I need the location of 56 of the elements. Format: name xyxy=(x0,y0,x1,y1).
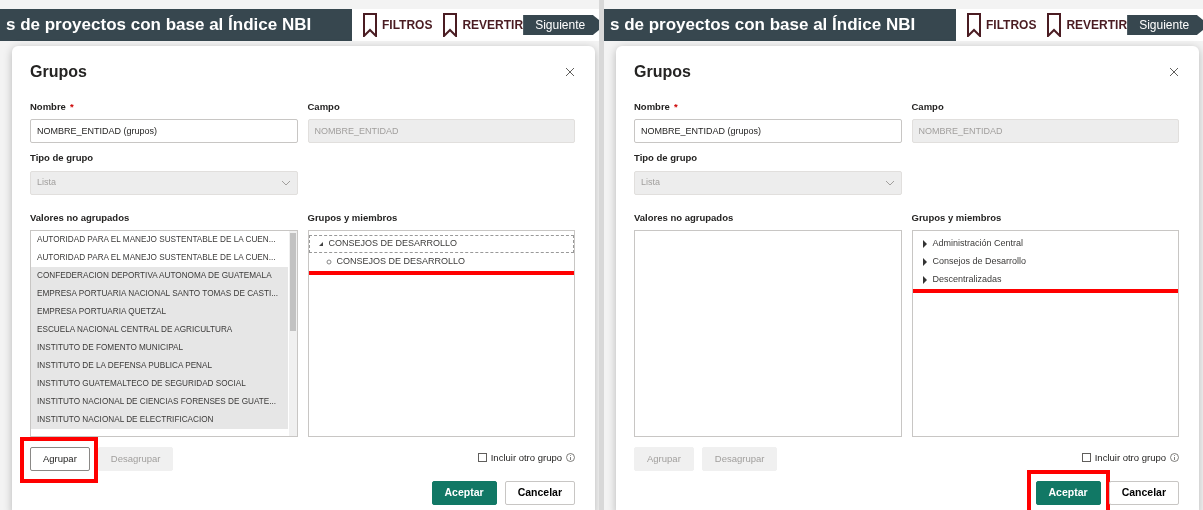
field-label: Nombre xyxy=(30,100,66,114)
checkbox[interactable] xyxy=(1081,453,1091,463)
list-item[interactable]: AUTORIDAD PARA EL MANEJO SUSTENTABLE DE LA CUEN... xyxy=(31,230,288,249)
action-button[interactable]: REVERTIR xyxy=(442,13,524,37)
close-button[interactable] xyxy=(565,67,575,77)
close-button[interactable] xyxy=(1169,67,1179,77)
list-label: Valores no agrupados xyxy=(634,210,735,225)
bookmark-icon xyxy=(966,13,982,37)
field-label: Campo xyxy=(911,100,945,114)
field-label: Nombre xyxy=(634,100,670,114)
action-button[interactable]: FILTROS xyxy=(362,13,433,37)
required-mark: * xyxy=(673,100,678,114)
cancel-button[interactable]: Cancelar xyxy=(1108,480,1179,505)
dialog-title: Grupos xyxy=(634,62,691,82)
checkbox[interactable] xyxy=(477,453,487,463)
bookmark-icon xyxy=(442,13,459,37)
accept-button[interactable]: Aceptar xyxy=(431,480,497,505)
tree-item[interactable]: Consejos de Desarrollo xyxy=(912,252,1178,271)
field-label: Tipo de grupo xyxy=(634,151,699,166)
list-label: Grupos y miembros xyxy=(911,210,1003,225)
name-input[interactable]: NOMBRE_ENTIDAD (grupos) xyxy=(30,119,298,144)
chevron-down-icon xyxy=(280,179,291,186)
action-button[interactable]: FILTROS xyxy=(966,13,1037,37)
tree-item[interactable]: Descentralizadas xyxy=(912,270,1178,289)
list-label: Grupos y miembros xyxy=(307,210,399,225)
next-button[interactable]: Siguiente xyxy=(1127,15,1203,35)
accept-button[interactable]: Aceptar xyxy=(1035,480,1101,505)
field-label: Campo xyxy=(307,100,341,114)
tree-item[interactable]: Administración Central xyxy=(912,234,1178,253)
list-label: Valores no agrupados xyxy=(30,210,131,225)
bookmark-icon xyxy=(1046,13,1063,37)
info-icon xyxy=(1170,453,1179,463)
group-button[interactable]: Agrupar xyxy=(30,446,90,471)
chevron-down-icon xyxy=(884,179,895,186)
caret-down-icon xyxy=(317,240,324,247)
next-button[interactable]: Siguiente xyxy=(523,15,599,35)
report-title-bar: s de proyectos con base al Índice NBI xyxy=(0,9,352,41)
report-title-bar: s de proyectos con base al Índice NBI xyxy=(604,9,956,41)
name-input[interactable]: NOMBRE_ENTIDAD (grupos) xyxy=(634,119,902,144)
list-item[interactable]: CONFEDERACION DEPORTIVA AUTONOMA DE GUATEMALA xyxy=(31,266,288,285)
circle-bullet-icon xyxy=(325,258,332,265)
cancel-button[interactable]: Cancelar xyxy=(504,480,575,505)
list-item[interactable]: AUTORIDAD PARA EL MANEJO SUSTENTABLE DE LA CUEN... xyxy=(31,248,288,267)
dialog-title: Grupos xyxy=(30,62,87,82)
tree-child-item[interactable]: CONSEJOS DE DESARROLLO xyxy=(308,252,574,271)
info-icon xyxy=(566,453,575,463)
action-button[interactable]: REVERTIR xyxy=(1046,13,1128,37)
checkbox-label: Incluir otro grupo xyxy=(490,450,562,465)
required-mark: * xyxy=(69,100,74,114)
close-icon xyxy=(565,67,575,77)
field-label: Tipo de grupo xyxy=(30,151,95,166)
tree-item[interactable]: CONSEJOS DE DESARROLLO xyxy=(308,234,574,253)
close-icon xyxy=(1169,67,1179,77)
checkbox-label: Incluir otro grupo xyxy=(1094,450,1166,465)
scrollbar[interactable] xyxy=(288,230,297,436)
bookmark-icon xyxy=(362,13,378,37)
